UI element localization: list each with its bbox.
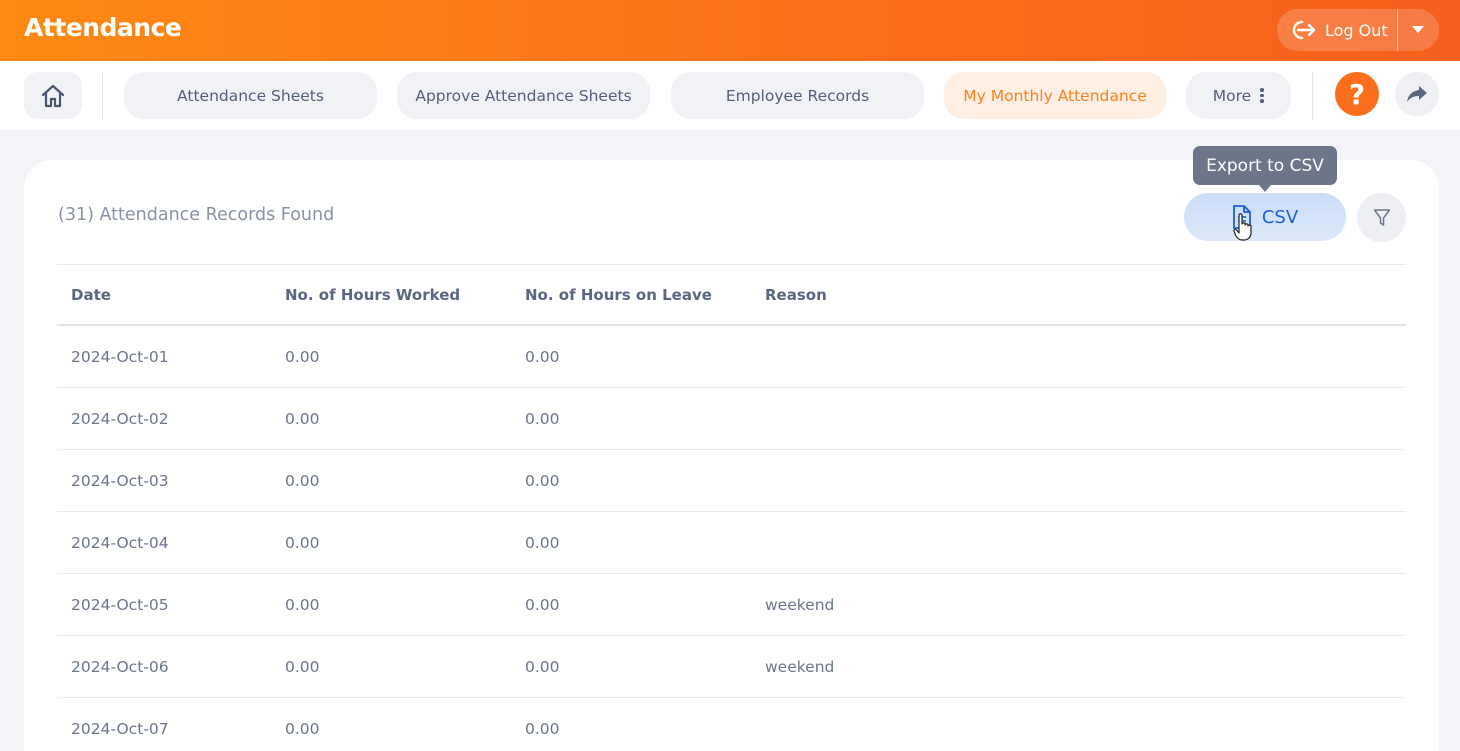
cell-hours-on-leave: 0.00 <box>525 534 560 552</box>
cell-date: 2024-Oct-04 <box>71 534 169 552</box>
column-header-reason[interactable]: Reason <box>765 286 827 304</box>
app-title: Attendance <box>24 13 182 42</box>
table-row: 2024-Oct-07 0.00 0.00 <box>57 698 1406 751</box>
vertical-dots-icon <box>1260 86 1264 105</box>
tab-my-monthly-attendance[interactable]: My Monthly Attendance <box>944 72 1166 119</box>
column-header-hours-on-leave[interactable]: No. of Hours on Leave <box>525 286 712 304</box>
cell-reason: weekend <box>765 658 835 676</box>
caret-down-icon <box>1412 26 1424 33</box>
table-row: 2024-Oct-04 0.00 0.00 <box>57 512 1406 574</box>
cell-hours-worked: 0.00 <box>285 534 320 552</box>
help-button[interactable]: ? <box>1335 72 1379 116</box>
cell-date: 2024-Oct-06 <box>71 658 169 676</box>
home-icon <box>41 84 65 107</box>
logout-label: Log Out <box>1325 20 1388 40</box>
table-row: 2024-Oct-06 0.00 0.00 weekend <box>57 636 1406 698</box>
logout-menu-toggle[interactable] <box>1398 9 1438 51</box>
question-icon: ? <box>1348 77 1366 111</box>
cell-date: 2024-Oct-07 <box>71 720 169 738</box>
cell-hours-worked: 0.00 <box>285 472 320 490</box>
table-row: 2024-Oct-01 0.00 0.00 <box>57 326 1406 388</box>
cell-hours-worked: 0.00 <box>285 720 320 738</box>
cell-hours-on-leave: 0.00 <box>525 658 560 676</box>
share-button[interactable] <box>1395 72 1439 116</box>
share-arrow-icon <box>1407 86 1427 102</box>
attendance-table: Date No. of Hours Worked No. of Hours on… <box>57 264 1406 751</box>
more-label: More <box>1212 86 1252 105</box>
nav-bar: Attendance Sheets Approve Attendance She… <box>0 61 1460 130</box>
table-row: 2024-Oct-05 0.00 0.00 weekend <box>57 574 1406 636</box>
logout-button[interactable]: Log Out <box>1277 9 1397 51</box>
cell-date: 2024-Oct-02 <box>71 410 169 428</box>
more-menu-button[interactable]: More <box>1186 72 1291 119</box>
cell-reason: weekend <box>765 596 835 614</box>
csv-label: CSV <box>1261 206 1299 228</box>
tab-label: My Monthly Attendance <box>963 86 1147 105</box>
nav-divider <box>102 71 103 119</box>
column-header-date[interactable]: Date <box>71 286 111 304</box>
column-header-hours-worked[interactable]: No. of Hours Worked <box>285 286 460 304</box>
tab-employee-records[interactable]: Employee Records <box>671 72 924 119</box>
tab-label: Attendance Sheets <box>177 86 324 105</box>
table-header: Date No. of Hours Worked No. of Hours on… <box>57 264 1406 326</box>
cell-date: 2024-Oct-05 <box>71 596 169 614</box>
tab-attendance-sheets[interactable]: Attendance Sheets <box>124 72 377 119</box>
cell-hours-worked: 0.00 <box>285 410 320 428</box>
records-count: (31) Attendance Records Found <box>58 205 335 225</box>
table-row: 2024-Oct-02 0.00 0.00 <box>57 388 1406 450</box>
filter-button[interactable] <box>1357 193 1406 242</box>
export-csv-tooltip: Export to CSV <box>1193 146 1337 185</box>
cell-hours-worked: 0.00 <box>285 658 320 676</box>
cell-hours-on-leave: 0.00 <box>525 472 560 490</box>
nav-divider <box>1312 71 1313 119</box>
cell-date: 2024-Oct-01 <box>71 348 169 366</box>
export-csv-button[interactable]: CSV <box>1184 193 1346 241</box>
logout-icon <box>1292 20 1316 40</box>
cell-hours-worked: 0.00 <box>285 596 320 614</box>
cell-hours-on-leave: 0.00 <box>525 720 560 738</box>
cell-date: 2024-Oct-03 <box>71 472 169 490</box>
filter-icon <box>1373 208 1390 226</box>
hand-cursor-icon <box>1233 213 1252 241</box>
cell-hours-on-leave: 0.00 <box>525 348 560 366</box>
table-row: 2024-Oct-03 0.00 0.00 <box>57 450 1406 512</box>
cell-hours-on-leave: 0.00 <box>525 410 560 428</box>
tab-approve-attendance-sheets[interactable]: Approve Attendance Sheets <box>397 72 650 119</box>
home-button[interactable] <box>24 72 82 119</box>
tab-label: Employee Records <box>725 86 870 105</box>
tooltip-arrow <box>1259 185 1271 192</box>
app-header: Attendance Log Out <box>0 0 1460 61</box>
cell-hours-worked: 0.00 <box>285 348 320 366</box>
logout-group: Log Out <box>1277 9 1439 51</box>
tab-label: Approve Attendance Sheets <box>415 86 632 105</box>
cell-hours-on-leave: 0.00 <box>525 596 560 614</box>
